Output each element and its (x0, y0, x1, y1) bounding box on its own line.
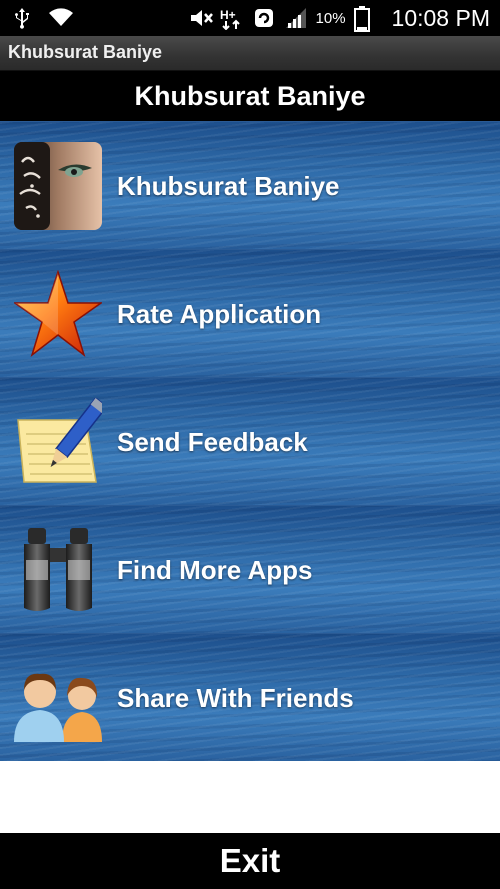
app-logo-icon (14, 142, 102, 230)
menu-item-label: Find More Apps (117, 555, 313, 585)
exit-button-label: Exit (219, 842, 281, 879)
star-icon (12, 269, 104, 358)
battery-percent: 10% (315, 9, 346, 27)
status-bar: H+ 10% 10:08 PM (0, 0, 500, 36)
page-header: Khubsurat Baniye (0, 71, 500, 121)
binoculars-icon (14, 526, 102, 614)
menu-item-label: Khubsurat Baniye (117, 171, 340, 201)
menu-item-find-more-apps[interactable]: Find More Apps (0, 505, 500, 633)
action-bar: Khubsurat Baniye (0, 36, 500, 71)
menu-item-label: Share With Friends (117, 683, 354, 713)
sync-icon (252, 6, 276, 30)
main-menu: Khubsurat Baniye Rate Application Send F… (0, 121, 500, 761)
usb-icon (10, 6, 34, 30)
menu-item-label: Send Feedback (117, 427, 308, 457)
menu-item-share-with-friends[interactable]: Share With Friends (0, 633, 500, 761)
battery-icon (353, 6, 378, 32)
notepad-pencil-icon (14, 397, 108, 486)
status-bar-right: H+ 10% 10:08 PM (188, 4, 490, 32)
signal-bars-icon (284, 6, 308, 30)
wifi-icon (48, 6, 73, 30)
svg-text:H+: H+ (220, 8, 236, 22)
status-bar-left (10, 4, 73, 32)
menu-item-rate-application[interactable]: Rate Application (0, 249, 500, 377)
menu-item-send-feedback[interactable]: Send Feedback (0, 377, 500, 505)
users-icon (14, 654, 102, 742)
hplus-signal-icon: H+ (220, 6, 244, 31)
action-bar-title: Khubsurat Baniye (8, 42, 163, 62)
menu-item-khubsurat-baniye[interactable]: Khubsurat Baniye (0, 121, 500, 249)
page-title: Khubsurat Baniye (134, 80, 366, 111)
exit-button[interactable]: Exit (0, 833, 500, 889)
mute-icon (188, 6, 213, 30)
menu-item-label: Rate Application (117, 299, 322, 329)
status-clock: 10:08 PM (391, 4, 490, 31)
